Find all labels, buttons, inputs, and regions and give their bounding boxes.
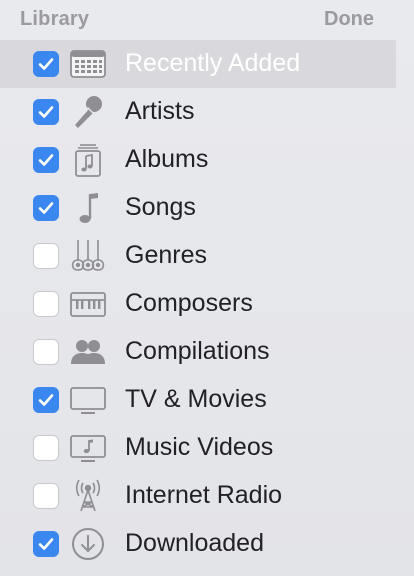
download-circle-icon [69,526,107,562]
tv-monitor-icon [69,382,107,418]
list-item-tv-movies[interactable]: TV & Movies [0,376,396,424]
checkbox-genres[interactable] [33,243,59,269]
checkbox-compilations[interactable] [33,339,59,365]
list-item-songs[interactable]: Songs [0,184,396,232]
list-item-compilations[interactable]: Compilations [0,328,396,376]
list-item-label: Downloaded [125,529,264,557]
list-item-recently-added[interactable]: Recently Added [0,40,396,88]
checkbox-songs[interactable] [33,195,59,221]
checkbox-composers[interactable] [33,291,59,317]
list-item-albums[interactable]: Albums [0,136,396,184]
album-stack-icon [69,142,107,178]
library-edit-panel: Library Done Recently Added Artists Albu… [0,0,414,576]
list-item-label: TV & Movies [125,385,267,413]
list-item-genres[interactable]: Genres [0,232,396,280]
music-note-icon [69,190,107,226]
music-video-icon [69,430,107,466]
guitars-icon [69,238,107,274]
list-item-label: Composers [125,289,253,317]
list-item-music-videos[interactable]: Music Videos [0,424,396,472]
header: Library Done [0,0,414,40]
list-item-internet-radio[interactable]: Internet Radio [0,472,396,520]
checkbox-artists[interactable] [33,99,59,125]
list-item-label: Recently Added [125,49,301,77]
done-button[interactable]: Done [324,8,374,31]
list-item-label: Albums [125,145,209,173]
library-title: Library [20,8,90,30]
list-item-label: Compilations [125,337,270,365]
list-item-label: Songs [125,193,196,221]
list-item-artists[interactable]: Artists [0,88,396,136]
radio-antenna-icon [69,478,107,514]
list-item-downloaded[interactable]: Downloaded [0,520,396,568]
checkbox-downloaded[interactable] [33,531,59,557]
checkbox-recently-added[interactable] [33,51,59,77]
calendar-grid-icon [69,46,107,82]
list-item-label: Artists [125,97,195,125]
list-item-composers[interactable]: Composers [0,280,396,328]
piano-keys-icon [69,286,107,322]
two-people-icon [69,334,107,370]
list-item-label: Music Videos [125,433,274,461]
list-item-label: Internet Radio [125,481,283,509]
checkbox-internet-radio[interactable] [33,483,59,509]
checkbox-music-videos[interactable] [33,435,59,461]
microphone-icon [69,94,107,130]
library-category-list: Recently Added Artists Albums Songs Genr… [0,40,396,568]
list-item-label: Genres [125,241,207,269]
checkbox-albums[interactable] [33,147,59,173]
checkbox-tv-movies[interactable] [33,387,59,413]
